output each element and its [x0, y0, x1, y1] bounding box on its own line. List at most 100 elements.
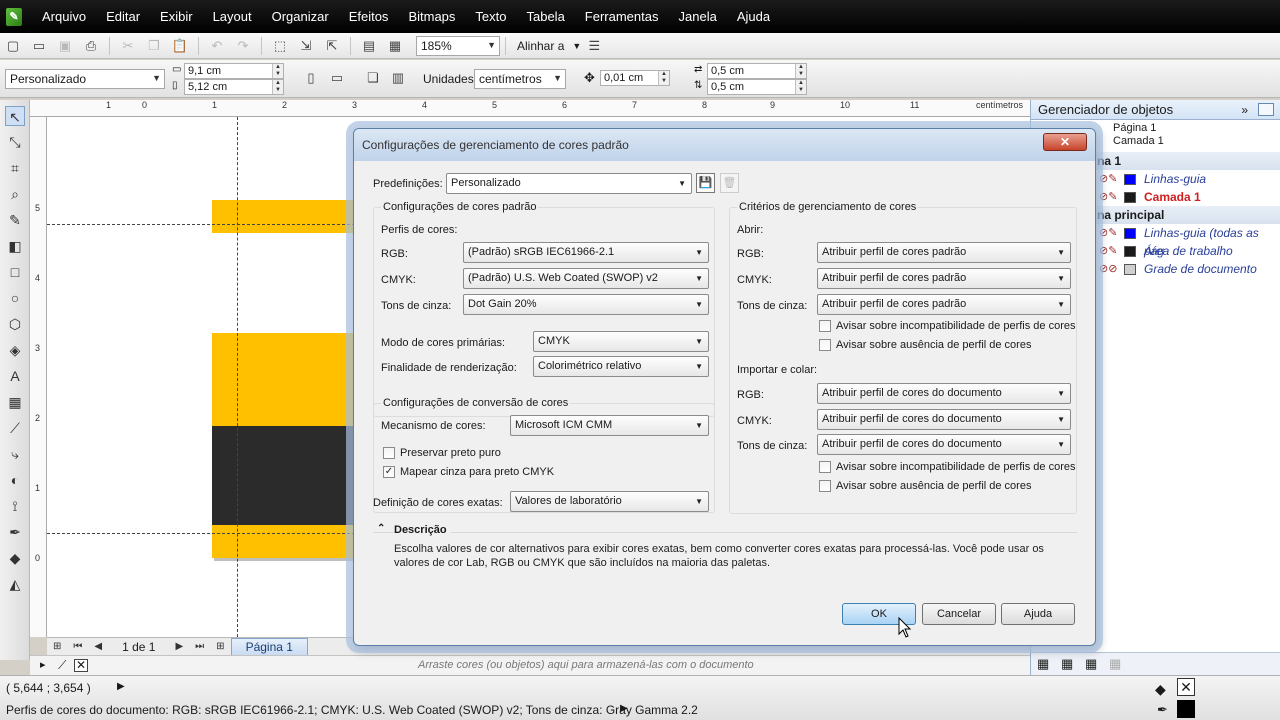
interactive-fill-icon[interactable]: ◭	[5, 574, 25, 594]
add-page-icon[interactable]: ⊞	[53, 641, 61, 652]
preserve-black-checkbox[interactable]	[383, 447, 395, 459]
rendering-intent-dropdown[interactable]: Colorimétrico relativo	[533, 356, 709, 377]
add-page-after-icon[interactable]: ⊞	[216, 641, 224, 652]
current-page-icon[interactable]: ▥	[387, 68, 409, 88]
eyedropper-icon[interactable]: ⟋	[58, 658, 66, 673]
import-cmyk-dropdown[interactable]: Atribuir perfil de cores do documento	[817, 409, 1071, 430]
app-launcher-icon[interactable]: ▤	[358, 36, 380, 56]
minimize-docker-icon[interactable]	[1258, 103, 1274, 116]
new-document-icon[interactable]: ▢	[2, 36, 24, 56]
zoom-combo[interactable]: 185% ▼	[416, 35, 500, 56]
menu-bitmaps[interactable]: Bitmaps	[398, 9, 465, 24]
menu-editar[interactable]: Editar	[96, 9, 150, 24]
visibility-icon[interactable]: ⊘✎	[1099, 224, 1117, 242]
ellipse-tool-icon[interactable]: ○	[5, 288, 25, 308]
menu-tabela[interactable]: Tabela	[516, 9, 574, 24]
menu-texto[interactable]: Texto	[465, 9, 516, 24]
map-gray-checkbox[interactable]: ✓	[383, 466, 395, 478]
cancel-button[interactable]: Cancelar	[922, 603, 996, 625]
visibility-icon[interactable]: ⊘⊘	[1099, 260, 1117, 278]
open-warn-missing-checkbox[interactable]	[819, 339, 831, 351]
outline-pen-icon[interactable]: ✒	[1157, 702, 1168, 718]
spot-definition-dropdown[interactable]: Valores de laboratório	[510, 491, 709, 512]
copy-icon[interactable]: ❐	[143, 36, 165, 56]
spin-arrows-icon[interactable]: ▲ ▼	[658, 71, 669, 85]
delete-preset-icon[interactable]: 🗑	[720, 173, 739, 193]
shape-tool-icon[interactable]: ⤡	[5, 132, 25, 152]
menu-arquivo[interactable]: Arquivo	[32, 9, 96, 24]
spin-arrows-icon[interactable]: ▲ ▼	[272, 80, 283, 94]
cmyk-profile-dropdown[interactable]: (Padrão) U.S. Web Coated (SWOP) v2	[463, 268, 709, 289]
delete-layer-icon[interactable]: ▦	[1109, 656, 1121, 672]
portrait-icon[interactable]: ▯	[300, 68, 322, 88]
rgb-profile-dropdown[interactable]: (Padrão) sRGB IEC61966-2.1	[463, 242, 709, 263]
outline-color-swatch[interactable]	[1177, 700, 1195, 718]
document-color-profiles[interactable]: Perfis de cores do documento: RGB: sRGB …	[6, 703, 698, 717]
dialog-title-bar[interactable]: Configurações de gerenciamento de cores …	[354, 129, 1095, 161]
collapse-arrows-icon[interactable]: »	[1241, 100, 1248, 120]
all-pages-icon[interactable]: ❏	[362, 68, 384, 88]
text-tool-icon[interactable]: A	[5, 366, 25, 386]
import-warn-mismatch-checkbox[interactable]	[819, 461, 831, 473]
import-icon[interactable]: ⇲	[295, 36, 317, 56]
print-icon[interactable]: ⎙	[80, 36, 102, 56]
redo-icon[interactable]: ↷	[232, 36, 254, 56]
import-warn-missing-checkbox[interactable]	[819, 480, 831, 492]
options-icon[interactable]: ☰	[583, 36, 605, 56]
prev-page-icon[interactable]: ◀	[94, 641, 102, 652]
export-icon[interactable]: ⇱	[321, 36, 343, 56]
chevron-up-icon[interactable]: ⌃	[377, 523, 385, 534]
no-color-swatch-icon[interactable]: ✕	[74, 659, 88, 672]
yellow-stripe-middle[interactable]	[212, 333, 362, 426]
document-palette[interactable]: ▸ ⟋ ✕ Arraste cores (ou objetos) aqui pa…	[30, 655, 1030, 675]
play-arrow-icon[interactable]: ▶	[117, 681, 125, 692]
fill-bucket-icon[interactable]: ◆	[5, 548, 25, 568]
color-engine-dropdown[interactable]: Microsoft ICM CMM	[510, 415, 709, 436]
primary-mode-dropdown[interactable]: CMYK	[533, 331, 709, 352]
open-warn-mismatch-checkbox[interactable]	[819, 320, 831, 332]
ruler-vertical[interactable]: 5 4 3 2 1 0	[30, 117, 47, 637]
open-rgb-dropdown[interactable]: Atribuir perfil de cores padrão	[817, 242, 1071, 263]
save-preset-icon[interactable]: 💾	[696, 173, 715, 193]
close-icon[interactable]: ✕	[1043, 133, 1087, 151]
smart-fill-icon[interactable]: ◧	[5, 236, 25, 256]
zoom-tool-icon[interactable]: ⌕	[5, 184, 25, 204]
pick-tool-icon[interactable]: ↖	[5, 106, 25, 126]
next-page-icon[interactable]: ▶	[175, 641, 183, 652]
page-preset-dropdown[interactable]: Personalizado ▼	[5, 69, 165, 89]
spin-arrows-icon[interactable]: ▲ ▼	[272, 64, 283, 78]
table-tool-icon[interactable]: ▦	[5, 392, 25, 412]
import-gray-dropdown[interactable]: Atribuir perfil de cores do documento	[817, 434, 1071, 455]
menu-efeitos[interactable]: Efeitos	[339, 9, 399, 24]
visibility-icon[interactable]: ⊘✎	[1099, 242, 1117, 260]
landscape-icon[interactable]: ▭	[326, 68, 348, 88]
palette-options-icon[interactable]: ▸	[40, 658, 46, 671]
new-master-layer-icon[interactable]: ▦	[1061, 656, 1073, 672]
first-page-icon[interactable]: ⏮	[73, 641, 82, 652]
freehand-tool-icon[interactable]: ✎	[5, 210, 25, 230]
menu-layout[interactable]: Layout	[203, 9, 262, 24]
spin-arrows-icon[interactable]: ▲ ▼	[795, 64, 806, 78]
menu-ajuda[interactable]: Ajuda	[727, 9, 780, 24]
last-page-icon[interactable]: ⏭	[195, 641, 204, 652]
yellow-stripe-bottom[interactable]	[212, 525, 362, 558]
paste-icon[interactable]: 📋	[169, 36, 191, 56]
basic-shapes-icon[interactable]: ◈	[5, 340, 25, 360]
fill-none-swatch-icon[interactable]: ✕	[1177, 678, 1195, 696]
yellow-stripe-top[interactable]	[212, 200, 362, 233]
eyedropper-icon[interactable]: ⟟	[5, 496, 25, 516]
guideline-vertical[interactable]	[237, 117, 238, 637]
nudge-distance-field[interactable]: 0,01 cm ▲ ▼	[600, 70, 670, 86]
duplicate-y-field[interactable]: 0,5 cm ▲ ▼	[707, 79, 807, 95]
save-icon[interactable]: ▣	[54, 36, 76, 56]
import-rgb-dropdown[interactable]: Atribuir perfil de cores do documento	[817, 383, 1071, 404]
play-arrow-icon[interactable]: ▶	[620, 703, 628, 714]
welcome-screen-icon[interactable]: ▦	[384, 36, 406, 56]
rectangle-tool-icon[interactable]: □	[5, 262, 25, 282]
duplicate-x-field[interactable]: 0,5 cm ▲ ▼	[707, 63, 807, 79]
presets-dropdown[interactable]: Personalizado	[446, 173, 692, 194]
open-cmyk-dropdown[interactable]: Atribuir perfil de cores padrão	[817, 268, 1071, 289]
new-master-all-icon[interactable]: ▦	[1085, 656, 1097, 672]
cut-icon[interactable]: ✂	[117, 36, 139, 56]
polygon-tool-icon[interactable]: ⬡	[5, 314, 25, 334]
